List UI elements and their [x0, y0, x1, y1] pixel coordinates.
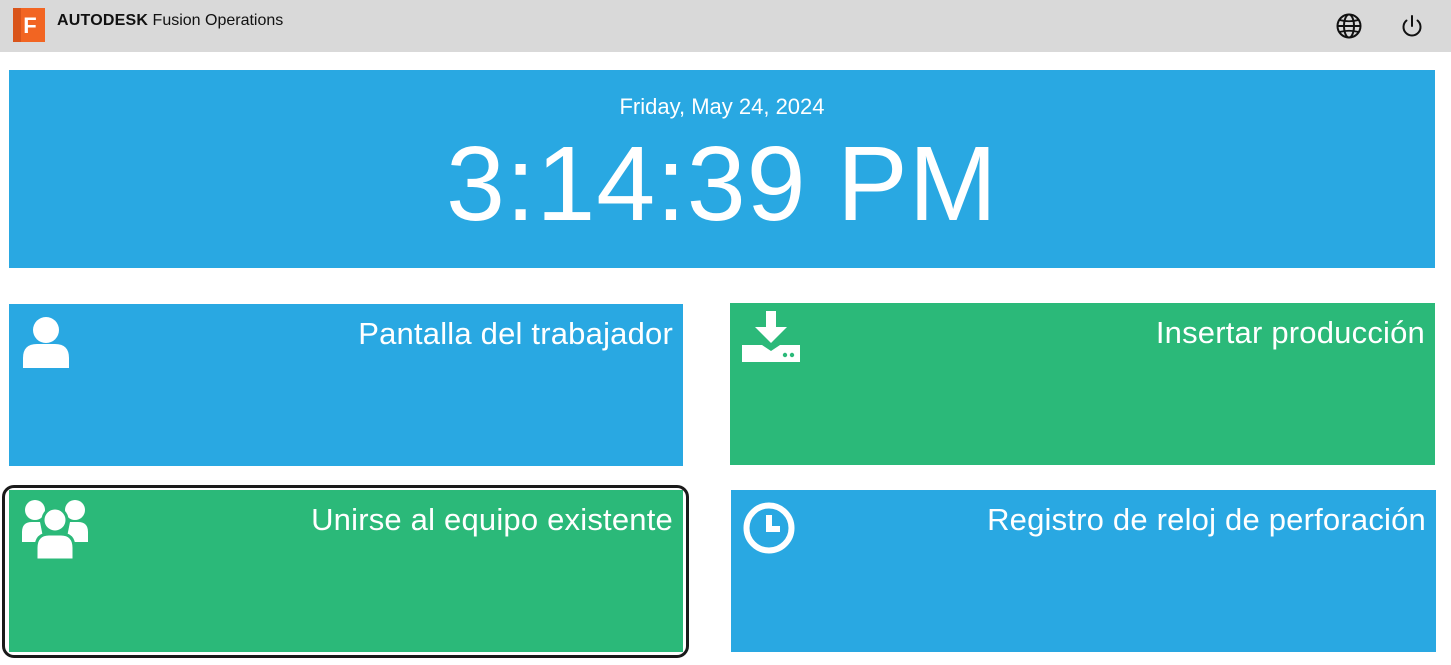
fusion-logo-icon: F: [9, 6, 47, 44]
tile-join-existing-team[interactable]: Unirse al equipo existente: [9, 490, 683, 652]
tile-label: Pantalla del trabajador: [358, 316, 673, 351]
logo-letter: F: [23, 13, 36, 38]
clock-panel: Friday, May 24, 2024 3:14:39 PM: [9, 70, 1435, 268]
download-tray-icon: [742, 311, 800, 363]
tile-punch-clock-registry[interactable]: Registro de reloj de perforación: [731, 490, 1436, 652]
tile-label: Insertar producción: [1155, 315, 1425, 350]
brand-company: AUTODESK: [57, 12, 149, 29]
user-icon: [21, 316, 71, 368]
tile-label: Registro de reloj de perforación: [987, 502, 1426, 537]
tile-worker-screen[interactable]: Pantalla del trabajador: [9, 304, 683, 466]
brand-name: AUTODESK Fusion Operations: [57, 12, 283, 30]
language-button[interactable]: [1334, 11, 1364, 41]
tile-insert-production[interactable]: Insertar producción: [730, 303, 1435, 465]
logout-button[interactable]: [1397, 11, 1427, 41]
current-time: 3:14:39 PM: [445, 125, 999, 243]
power-icon: [1402, 15, 1422, 37]
globe-icon: [1336, 13, 1362, 39]
current-date: Friday, May 24, 2024: [619, 94, 825, 119]
top-bar: F AUTODESK Fusion Operations: [0, 0, 1451, 52]
brand-product: Fusion Operations: [152, 12, 284, 29]
clock-icon: [743, 502, 795, 554]
group-users-icon: [22, 498, 88, 560]
tile-label: Unirse al equipo existente: [311, 502, 673, 537]
